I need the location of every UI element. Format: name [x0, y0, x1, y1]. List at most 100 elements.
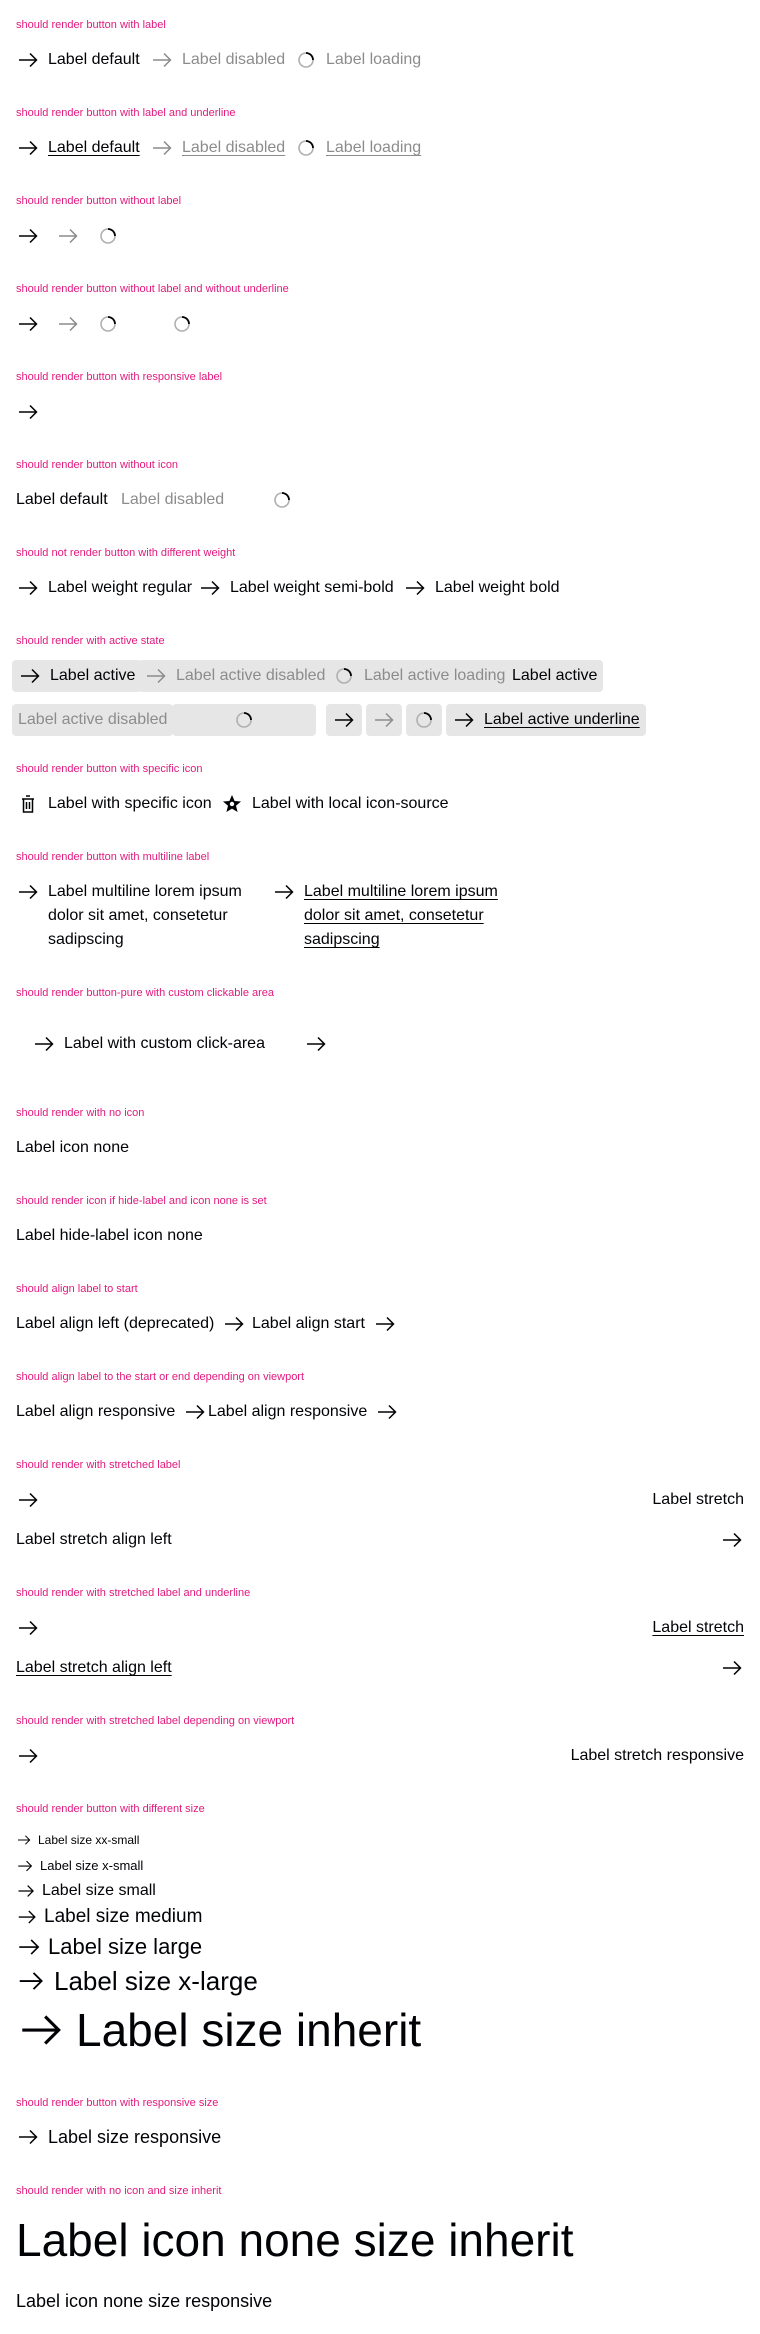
arrow-right-icon: [16, 1488, 40, 1512]
arrow-right-icon: [16, 312, 40, 336]
section-heading: should render button without label and w…: [16, 283, 289, 295]
label-active-underline-button[interactable]: Label active underline: [446, 704, 646, 736]
section-heading: should render button-pure with custom cl…: [16, 987, 275, 999]
section-heading: should render button with label and unde…: [16, 107, 236, 119]
spinner-icon: [412, 708, 436, 732]
arrow-right-icon: [304, 1032, 328, 1056]
label-loading-underline-button: Label loading: [294, 136, 421, 160]
size-large-button[interactable]: Label size large: [16, 1932, 202, 1962]
arrow-right-icon: [16, 224, 40, 248]
label-active-button[interactable]: Label active: [12, 660, 142, 692]
multiline-label-button[interactable]: Label multiline lorem ipsum dolor sit am…: [16, 880, 246, 952]
label-active-no-icon-button[interactable]: Label active: [506, 660, 604, 692]
spinner-icon: [332, 664, 356, 688]
size-medium-button[interactable]: Label size medium: [16, 1904, 202, 1930]
active-icon-only-disabled-button: [366, 704, 402, 736]
weight-regular-button[interactable]: Label weight regular: [16, 576, 192, 600]
icon-only-button[interactable]: [16, 312, 40, 336]
label-active-disabled-button: Label active disabled: [138, 660, 332, 692]
arrow-right-icon: [720, 1528, 744, 1552]
specific-icon-button[interactable]: Label with specific icon: [16, 792, 212, 816]
section-heading: should align label to the start or end d…: [16, 1371, 305, 1383]
stretch-align-left-button[interactable]: Label stretch align left: [16, 1528, 744, 1552]
arrow-right-icon: [16, 1880, 36, 1902]
spinner-icon: [170, 312, 194, 336]
size-responsive-button[interactable]: Label size responsive: [16, 2124, 221, 2150]
arrow-right-icon: [16, 2000, 66, 2060]
loading-no-icon-button: [270, 488, 294, 512]
spinner-icon: [270, 488, 294, 512]
section-heading: should render with stretched label: [16, 1459, 181, 1471]
label-disabled-button: Label disabled: [150, 48, 285, 72]
icon-only-loading-button: [96, 312, 120, 336]
label-default-underline-button[interactable]: Label default: [16, 136, 140, 160]
section-heading: should render icon if hide-label and ico…: [16, 1195, 267, 1207]
icon-none-size-responsive-button[interactable]: Label icon none size responsive: [16, 2288, 272, 2314]
section-heading: should render with stretched label depen…: [16, 1715, 295, 1727]
arrow-right-icon: [403, 576, 427, 600]
align-start-button[interactable]: Label align start: [252, 1312, 397, 1336]
section-heading: should render button with multiline labe…: [16, 851, 210, 863]
label-active-disabled-no-icon-button: Label active disabled: [12, 704, 174, 736]
arrow-right-icon: [16, 1616, 40, 1640]
spinner-icon: [294, 136, 318, 160]
arrow-right-icon: [16, 1904, 38, 1930]
arrow-right-icon: [18, 664, 42, 688]
icon-none-size-inherit-button[interactable]: Label icon none size inherit: [16, 2210, 573, 2270]
local-icon-source-button[interactable]: Label with local icon-source: [220, 792, 449, 816]
arrow-right-icon: [16, 400, 40, 424]
custom-click-area-button[interactable]: Label with custom click-area: [32, 1032, 265, 1056]
size-x-large-button[interactable]: Label size x-large: [16, 1964, 258, 1998]
align-responsive-button[interactable]: Label align responsive: [208, 1400, 399, 1424]
arrow-right-icon: [375, 1400, 399, 1424]
arrow-right-icon: [332, 708, 356, 732]
section-heading: should render button with different size: [16, 1803, 205, 1815]
custom-click-area-icon-button[interactable]: [304, 1032, 328, 1056]
size-xx-small-button[interactable]: Label size xx-small: [16, 1832, 139, 1848]
section-heading: should render with no icon and size inhe…: [16, 2185, 222, 2197]
arrow-right-icon: [183, 1400, 207, 1424]
hide-label-icon-none-button[interactable]: Label hide-label icon none: [16, 1224, 203, 1248]
arrow-right-icon: [150, 48, 174, 72]
stretch-underline-align-left-button[interactable]: Label stretch align left: [16, 1656, 744, 1680]
label-disabled-underline-button: Label disabled: [150, 136, 285, 160]
section-heading: should render button without label: [16, 195, 182, 207]
size-small-button[interactable]: Label size small: [16, 1880, 156, 1902]
align-responsive-button[interactable]: Label align responsive: [16, 1400, 207, 1424]
label-default-no-icon-button[interactable]: Label default: [16, 488, 108, 512]
arrow-right-icon: [16, 1932, 42, 1962]
weight-semibold-button[interactable]: Label weight semi-bold: [198, 576, 394, 600]
arrow-right-icon: [720, 1656, 744, 1680]
size-inherit-button[interactable]: Label size inherit: [16, 2000, 421, 2060]
stretch-responsive-button[interactable]: Label stretch responsive: [16, 1744, 744, 1768]
align-left-button[interactable]: Label align left (deprecated): [16, 1312, 246, 1336]
spinner-icon: [96, 312, 120, 336]
responsive-label-button[interactable]: [16, 400, 40, 424]
icon-only-disabled-button: [56, 224, 80, 248]
label-disabled-no-icon-button: Label disabled: [121, 491, 225, 508]
section-heading: should render with no icon: [16, 1107, 145, 1119]
stretch-button[interactable]: Label stretch: [16, 1488, 744, 1512]
section-heading: should render button with responsive lab…: [16, 371, 223, 383]
icon-only-button[interactable]: [16, 224, 40, 248]
weight-bold-button[interactable]: Label weight bold: [403, 576, 560, 600]
delete-icon: [16, 792, 40, 816]
arrow-right-icon: [222, 1312, 246, 1336]
spinner-icon: [232, 708, 256, 732]
arrow-right-icon: [56, 312, 80, 336]
icon-none-button[interactable]: Label icon none: [16, 1136, 129, 1160]
arrow-right-icon: [56, 224, 80, 248]
stretch-underline-button[interactable]: Label stretch: [16, 1616, 744, 1640]
star-icon: [220, 792, 244, 816]
label-loading-button: Label loading: [294, 48, 421, 72]
multiline-label-underline-button[interactable]: Label multiline lorem ipsum dolor sit am…: [272, 880, 502, 952]
arrow-right-icon: [16, 1856, 34, 1876]
arrow-right-icon: [144, 664, 168, 688]
arrow-right-icon: [16, 880, 40, 904]
label-default-button[interactable]: Label default: [16, 48, 140, 72]
active-icon-only-button[interactable]: [326, 704, 362, 736]
arrow-right-icon: [198, 576, 222, 600]
size-x-small-button[interactable]: Label size x-small: [16, 1856, 143, 1876]
section-heading: should not render button with different …: [16, 547, 236, 559]
arrow-right-icon: [452, 708, 476, 732]
